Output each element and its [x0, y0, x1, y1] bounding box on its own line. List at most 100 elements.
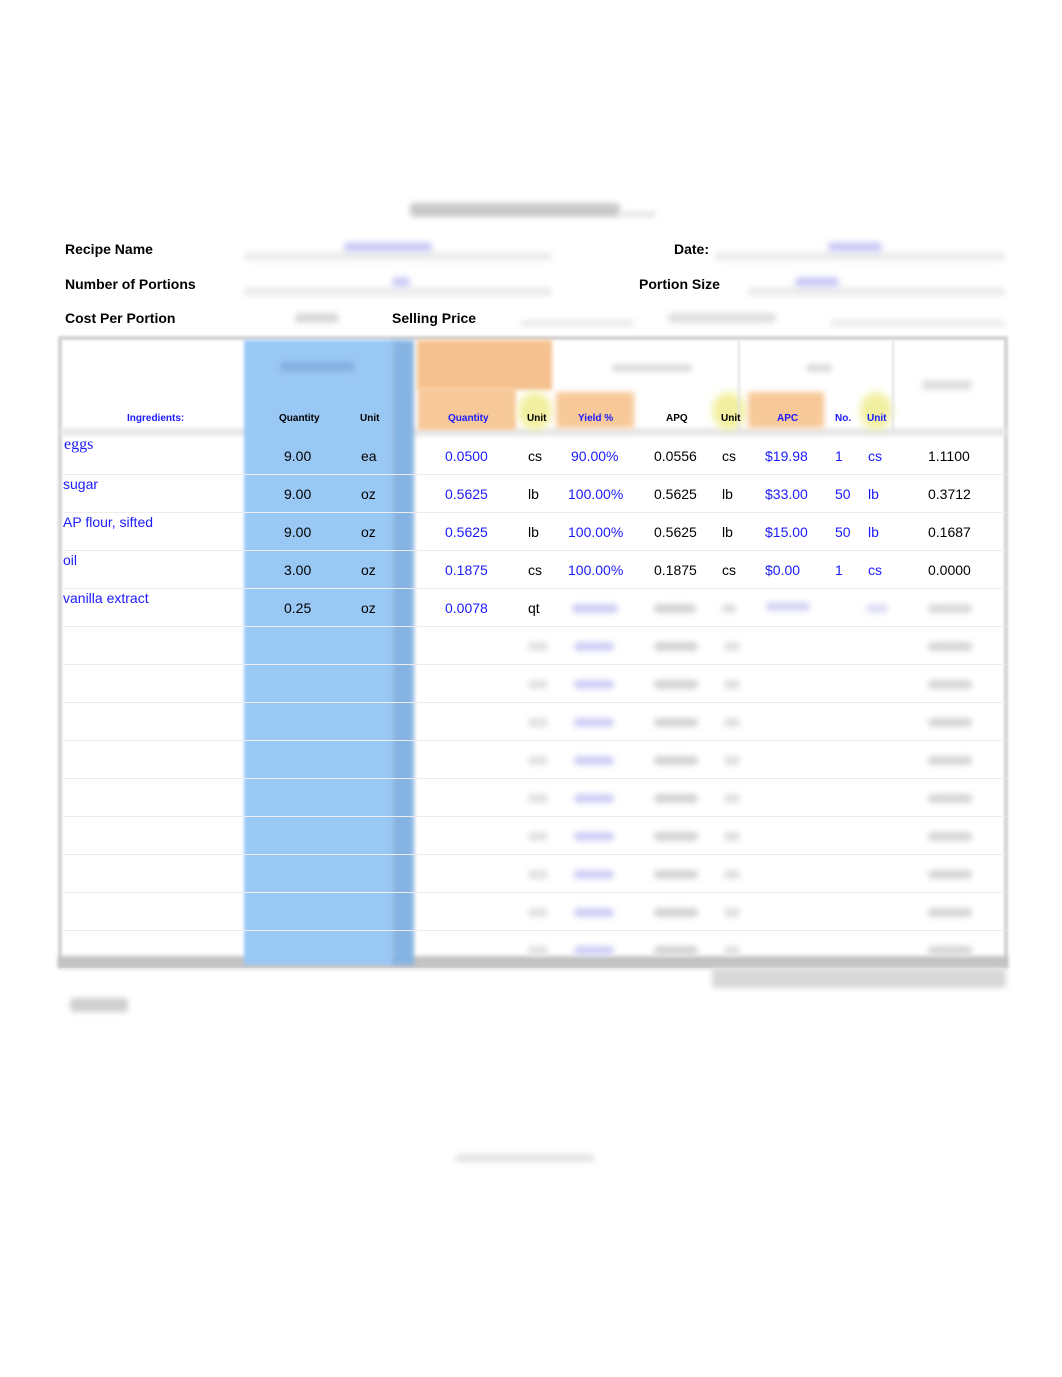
cost-placeholder — [928, 908, 972, 917]
apc-unit[interactable]: lb — [868, 524, 879, 540]
row-divider — [62, 588, 1006, 589]
yield-placeholder — [572, 604, 618, 613]
ingredient-name[interactable]: oil — [63, 552, 77, 568]
conv-quantity[interactable]: 0.0500 — [445, 448, 488, 464]
pack-count[interactable]: 1 — [835, 562, 843, 578]
apc-value[interactable]: $15.00 — [765, 524, 808, 540]
food-cost-label — [668, 313, 776, 323]
row-divider — [62, 626, 1006, 627]
apc-group-header — [806, 364, 832, 372]
recipe-quantity: 9.00 — [284, 486, 312, 502]
recipe-quantity: 3.00 — [284, 562, 312, 578]
portion-size-field[interactable] — [748, 287, 1005, 296]
notes-label — [70, 998, 128, 1012]
apq-unit-placeholder — [724, 870, 740, 879]
apq-value: 0.0556 — [654, 448, 697, 464]
recipe-name-field[interactable] — [244, 252, 552, 261]
ap-group-header — [612, 364, 692, 372]
conversion-group-header — [417, 340, 552, 390]
yield-placeholder — [574, 908, 614, 917]
apq-unit: lb — [722, 486, 733, 502]
apc-unit-placeholder — [866, 604, 888, 613]
pack-count[interactable]: 50 — [835, 524, 851, 540]
yield-percent[interactable]: 100.00% — [568, 486, 623, 502]
recipe-unit: oz — [361, 562, 376, 578]
cost-group-header — [922, 380, 972, 390]
yield-placeholder — [574, 870, 614, 879]
apq-unit: cs — [722, 448, 736, 464]
apc-unit[interactable]: lb — [868, 486, 879, 502]
apc-value[interactable]: $33.00 — [765, 486, 808, 502]
conv-quantity[interactable]: 0.5625 — [445, 524, 488, 540]
recipe-unit-column-edge — [392, 340, 414, 965]
apq-placeholder — [654, 870, 698, 879]
header-yield: Yield % — [578, 413, 614, 424]
yield-percent[interactable]: 90.00% — [571, 448, 618, 464]
header-no: No. — [835, 413, 852, 424]
cost-placeholder — [928, 604, 972, 613]
title-underline — [620, 212, 656, 217]
yield-placeholder — [574, 718, 614, 727]
apq-unit-placeholder — [724, 718, 740, 727]
recipe-unit: oz — [361, 486, 376, 502]
header-apq: APQ — [666, 413, 688, 424]
conv-quantity[interactable]: 0.1875 — [445, 562, 488, 578]
apq-unit-placeholder — [724, 908, 740, 917]
row-divider — [62, 512, 1006, 513]
apq-unit-placeholder — [724, 680, 740, 689]
apc-unit[interactable]: cs — [868, 562, 882, 578]
extended-cost: 1.1100 — [928, 448, 970, 464]
cost-per-portion-value — [295, 313, 339, 323]
conv-quantity[interactable]: 0.5625 — [445, 486, 488, 502]
ingredient-name[interactable]: AP flour, sifted — [63, 514, 153, 530]
yield-percent[interactable]: 100.00% — [568, 562, 623, 578]
pack-count[interactable]: 1 — [835, 448, 843, 464]
unit-placeholder — [528, 908, 548, 917]
cost-placeholder — [928, 718, 972, 727]
page-footer — [455, 1154, 595, 1162]
unit-placeholder — [528, 832, 548, 841]
header-recipe-unit: Unit — [360, 413, 380, 424]
table-bottom-bar — [58, 956, 1008, 968]
unit-placeholder — [528, 794, 548, 803]
ingredient-name[interactable]: sugar — [63, 476, 98, 492]
recipe-unit: ea — [361, 448, 377, 464]
ingredient-name[interactable]: eggs — [64, 436, 93, 454]
recipe-quantity: 0.25 — [284, 600, 312, 616]
row-divider — [62, 474, 1006, 475]
yield-percent[interactable]: 100.00% — [568, 524, 623, 540]
apc-value[interactable]: $0.00 — [765, 562, 800, 578]
unit-placeholder — [528, 680, 548, 689]
extended-cost: 0.0000 — [928, 562, 971, 578]
apc-value[interactable]: $19.98 — [765, 448, 808, 464]
row-divider — [62, 930, 1006, 931]
apq-placeholder — [654, 718, 698, 727]
recipe-unit: oz — [361, 524, 376, 540]
apq-unit-placeholder — [724, 756, 740, 765]
yield-placeholder — [574, 794, 614, 803]
apc-unit[interactable]: cs — [868, 448, 882, 464]
conv-unit: cs — [528, 562, 542, 578]
apq-unit-placeholder — [724, 832, 740, 841]
header-ingredients: Ingredients: — [127, 413, 185, 424]
conv-unit: lb — [528, 524, 539, 540]
recipe-unit: oz — [361, 600, 376, 616]
apq-unit-placeholder — [722, 604, 736, 613]
date-field[interactable] — [715, 252, 1005, 261]
apq-placeholder — [654, 946, 698, 955]
conv-unit: qt — [528, 600, 540, 616]
pack-count[interactable]: 50 — [835, 486, 851, 502]
conv-quantity[interactable]: 0.0078 — [445, 600, 488, 616]
portion-size-label: Portion Size — [639, 276, 720, 292]
food-cost-field[interactable] — [830, 320, 1005, 327]
cost-placeholder — [928, 642, 972, 651]
unit-placeholder — [528, 870, 548, 879]
selling-price-field[interactable] — [520, 320, 635, 327]
apq-unit-placeholder — [724, 946, 740, 955]
unit-placeholder — [528, 718, 548, 727]
ingredient-name[interactable]: vanilla extract — [63, 590, 149, 606]
number-of-portions-field[interactable] — [244, 287, 552, 296]
apc-placeholder — [766, 602, 810, 611]
apq-unit-placeholder — [724, 642, 740, 651]
cost-placeholder — [928, 794, 972, 803]
